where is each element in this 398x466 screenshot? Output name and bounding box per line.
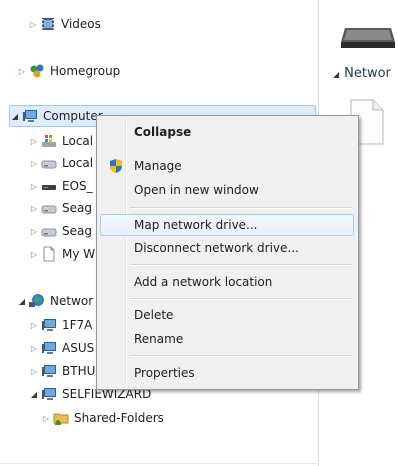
menu-separator: [130, 207, 352, 209]
uac-shield-icon: [109, 158, 123, 174]
collapse-arrow-icon[interactable]: ◢: [10, 112, 20, 121]
homegroup-icon: [29, 63, 45, 79]
menu-item-label: Delete: [134, 308, 174, 322]
menu-item-add-network-location[interactable]: Add a network location: [100, 271, 354, 293]
collapse-arrow-icon[interactable]: ◢: [17, 297, 27, 306]
expand-arrow-icon[interactable]: ▷: [29, 159, 39, 168]
tree-item-label: Local: [62, 156, 94, 170]
computer-icon: [22, 108, 38, 124]
menu-item-label: Collapse: [134, 125, 192, 139]
computer-icon: [41, 386, 57, 402]
menu-separator: [130, 298, 352, 300]
menu-item-collapse[interactable]: Collapse: [100, 121, 354, 143]
menu-item-label: Disconnect network drive...: [134, 241, 299, 255]
menu-item-label: Rename: [134, 332, 184, 346]
group-header-label: Networ: [344, 66, 391, 81]
tree-item-label: Videos: [61, 17, 101, 31]
expand-arrow-icon[interactable]: ▷: [17, 67, 27, 76]
menu-item-open-new-window[interactable]: Open in new window: [100, 179, 354, 201]
tree-item-eos-drive[interactable]: ▷ EOS_: [29, 175, 93, 197]
tree-item-local-disk[interactable]: ▷ Local: [29, 152, 93, 174]
tree-item-network-computer-asus[interactable]: ▷ ASUS: [29, 337, 94, 359]
tree-item-label: BTHU: [62, 364, 96, 378]
tree-item-label: Shared-Folders: [74, 411, 164, 425]
tree-item-seagate-drive-1[interactable]: ▷ Seag: [29, 197, 92, 219]
expand-arrow-icon[interactable]: ▷: [28, 20, 38, 29]
expand-arrow-icon[interactable]: ▷: [29, 367, 39, 376]
tree-item-label: My W: [62, 247, 96, 261]
tree-item-homegroup[interactable]: ▷ Homegroup: [17, 60, 120, 82]
tree-item-network-computer-bthu[interactable]: ▷ BTHU: [29, 360, 95, 382]
menu-separator: [130, 264, 352, 266]
computer-icon: [41, 317, 57, 333]
collapse-arrow-icon[interactable]: ◢: [29, 390, 39, 399]
hard-drive-icon: [41, 200, 57, 216]
menu-item-label: Map network drive...: [134, 218, 258, 232]
hard-drive-icon: [41, 223, 57, 239]
expand-arrow-icon[interactable]: ▷: [29, 344, 39, 353]
expand-arrow-icon[interactable]: ▷: [29, 182, 39, 191]
computer-icon: [41, 363, 57, 379]
context-menu: Collapse Manage Open in new window Map n…: [96, 115, 359, 390]
menu-item-manage[interactable]: Manage: [100, 155, 354, 177]
expand-arrow-icon[interactable]: ▷: [29, 321, 39, 330]
menu-item-properties[interactable]: Properties: [100, 362, 354, 384]
menu-item-label: Manage: [134, 159, 182, 173]
tree-item-label: Local: [62, 134, 94, 148]
tree-item-network-computer-1f7a[interactable]: ▷ 1F7A: [29, 314, 92, 336]
collapse-arrow-icon[interactable]: ◢: [333, 70, 339, 79]
expand-arrow-icon[interactable]: ▷: [29, 204, 39, 213]
tree-item-label: Homegroup: [50, 64, 121, 78]
menu-item-rename[interactable]: Rename: [100, 328, 354, 350]
windows-drive-icon: [41, 133, 57, 149]
computer-icon: [41, 340, 57, 356]
pane-bottom-border: [0, 463, 318, 464]
expand-arrow-icon[interactable]: ▷: [29, 250, 39, 259]
menu-separator: [130, 355, 352, 357]
tree-item-network[interactable]: ◢ Networ: [17, 290, 93, 312]
expand-arrow-icon[interactable]: ▷: [29, 227, 39, 236]
menu-item-label: Open in new window: [134, 183, 259, 197]
blank-file-icon: [41, 246, 57, 262]
tree-item-label: EOS_: [62, 179, 93, 193]
menu-item-label: Add a network location: [134, 275, 273, 289]
drive-icon[interactable]: [339, 22, 397, 52]
menu-item-delete[interactable]: Delete: [100, 304, 354, 326]
network-icon: [29, 293, 45, 309]
tree-item-label: Computer: [43, 109, 103, 123]
menu-item-disconnect-network-drive[interactable]: Disconnect network drive...: [100, 237, 354, 259]
tree-item-local-disk-c[interactable]: ▷ Local: [29, 130, 93, 152]
expand-arrow-icon[interactable]: ▷: [29, 137, 39, 146]
tree-item-label: Seag: [62, 224, 92, 238]
tree-item-videos[interactable]: ▷ Videos: [28, 13, 101, 35]
hard-drive-icon: [41, 155, 57, 171]
menu-item-label: Properties: [134, 366, 195, 380]
menu-item-map-network-drive[interactable]: Map network drive...: [100, 214, 354, 236]
expand-arrow-icon[interactable]: ▷: [41, 414, 51, 423]
tree-item-shared-folders[interactable]: ▷ Shared-Folders: [41, 407, 164, 429]
videos-folder-icon: [40, 16, 56, 32]
removable-drive-icon: [41, 178, 57, 194]
tree-item-seagate-drive-2[interactable]: ▷ Seag: [29, 220, 92, 242]
tree-item-label: 1F7A: [62, 318, 93, 332]
tree-item-label: Networ: [50, 294, 94, 308]
tree-item-label: Seag: [62, 201, 92, 215]
shared-folder-icon: [53, 410, 69, 426]
tree-item-label: ASUS: [62, 341, 95, 355]
tree-item-my-web[interactable]: ▷ My W: [29, 243, 95, 265]
network-group-header[interactable]: ◢ Networ: [333, 66, 391, 81]
